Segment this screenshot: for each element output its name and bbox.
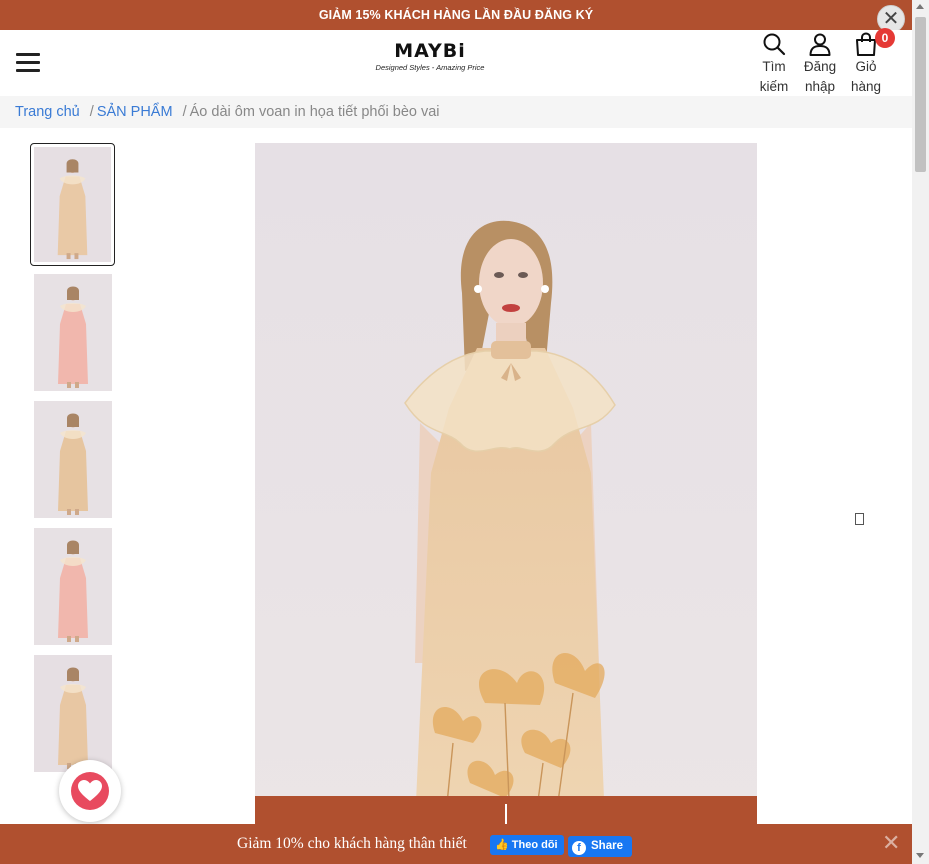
follow-label: Theo dõi bbox=[511, 839, 558, 851]
logo-wordmark: MAYBi bbox=[394, 40, 466, 62]
search-label-line1: Tìm bbox=[762, 59, 786, 74]
product-photo bbox=[255, 143, 757, 824]
promo-text: GIẢM 15% KHÁCH HÀNG LẦN ĐẦU ĐĂNG KÝ bbox=[318, 8, 594, 22]
wishlist-button[interactable] bbox=[59, 760, 121, 822]
main-product-image[interactable] bbox=[255, 143, 757, 824]
cart-label-line1: Giỏ bbox=[855, 59, 877, 74]
thumbnail-image bbox=[34, 274, 112, 391]
login-button[interactable]: Đăng nhập bbox=[799, 32, 841, 97]
site-logo[interactable]: MAYBi Designed Styles - Amazing Price bbox=[360, 40, 500, 72]
breadcrumb-current: Áo dài ôm voan in họa tiết phối bèo vai bbox=[189, 104, 440, 120]
thumbnail-1[interactable] bbox=[30, 143, 115, 266]
search-button[interactable]: Tìm kiếm bbox=[754, 32, 794, 97]
scroll-thumb[interactable] bbox=[915, 17, 926, 172]
share-label: Share bbox=[591, 840, 623, 852]
scroll-up-arrow[interactable] bbox=[916, 4, 924, 9]
login-label-line1: Đăng bbox=[803, 59, 837, 74]
menu-icon[interactable] bbox=[16, 53, 40, 73]
breadcrumb-home-link[interactable]: Trang chủ bbox=[15, 104, 80, 120]
heart-icon bbox=[78, 780, 102, 801]
next-image-arrow[interactable] bbox=[855, 513, 864, 525]
breadcrumb-separator: / bbox=[182, 104, 187, 120]
thumbnail-image bbox=[34, 147, 111, 262]
cart-label-line2: hàng bbox=[850, 79, 882, 94]
site-header: MAYBi Designed Styles - Amazing Price Tì… bbox=[0, 28, 912, 97]
logo-tagline: Designed Styles - Amazing Price bbox=[375, 63, 485, 72]
thumbnail-image bbox=[34, 655, 112, 772]
wishlist-circle bbox=[71, 772, 109, 810]
login-label-line2: nhập bbox=[804, 79, 836, 94]
thumbnail-image bbox=[34, 528, 112, 645]
scroll-down-arrow[interactable] bbox=[916, 853, 924, 858]
thumbs-up-icon: 👍 bbox=[495, 839, 509, 851]
thumbnail-2[interactable] bbox=[34, 274, 112, 391]
breadcrumb-separator: / bbox=[89, 104, 94, 120]
promo-banner[interactable]: GIẢM 15% KHÁCH HÀNG LẦN ĐẦU ĐĂNG KÝ bbox=[0, 0, 912, 30]
breadcrumb: Trang chủ / SẢN PHẨM / Áo dài ôm voan in h… bbox=[0, 96, 912, 128]
thumbnail-list bbox=[30, 143, 116, 782]
facebook-follow-button[interactable]: 👍 Theo dõi bbox=[490, 835, 564, 855]
thumbnail-3[interactable] bbox=[34, 401, 112, 518]
search-label-line2: kiếm bbox=[759, 79, 789, 94]
thumbnail-4[interactable] bbox=[34, 528, 112, 645]
user-icon bbox=[809, 33, 831, 56]
cart-button[interactable]: 0 Giỏ hàng bbox=[846, 28, 895, 97]
loyalty-close-button[interactable]: ✕ bbox=[882, 833, 900, 855]
facebook-icon: f bbox=[572, 841, 586, 855]
loyalty-text: Giảm 10% cho khách hàng thân thiết bbox=[237, 835, 467, 852]
search-icon bbox=[763, 33, 786, 56]
action-bar-divider bbox=[505, 804, 507, 826]
breadcrumb-category-link[interactable]: SẢN PHẨM bbox=[97, 104, 173, 120]
thumbnail-image bbox=[34, 401, 112, 518]
product-page: GIẢM 15% KHÁCH HÀNG LẦN ĐẦU ĐĂNG KÝ ✕ MA… bbox=[0, 0, 929, 864]
facebook-share-button[interactable]: f Share bbox=[568, 836, 632, 857]
loyalty-bar: Giảm 10% cho khách hàng thân thiết 👍 The… bbox=[0, 824, 912, 864]
cart-count-badge: 0 bbox=[875, 28, 895, 48]
vertical-scrollbar[interactable] bbox=[912, 0, 929, 864]
thumbnail-5[interactable] bbox=[34, 655, 112, 772]
